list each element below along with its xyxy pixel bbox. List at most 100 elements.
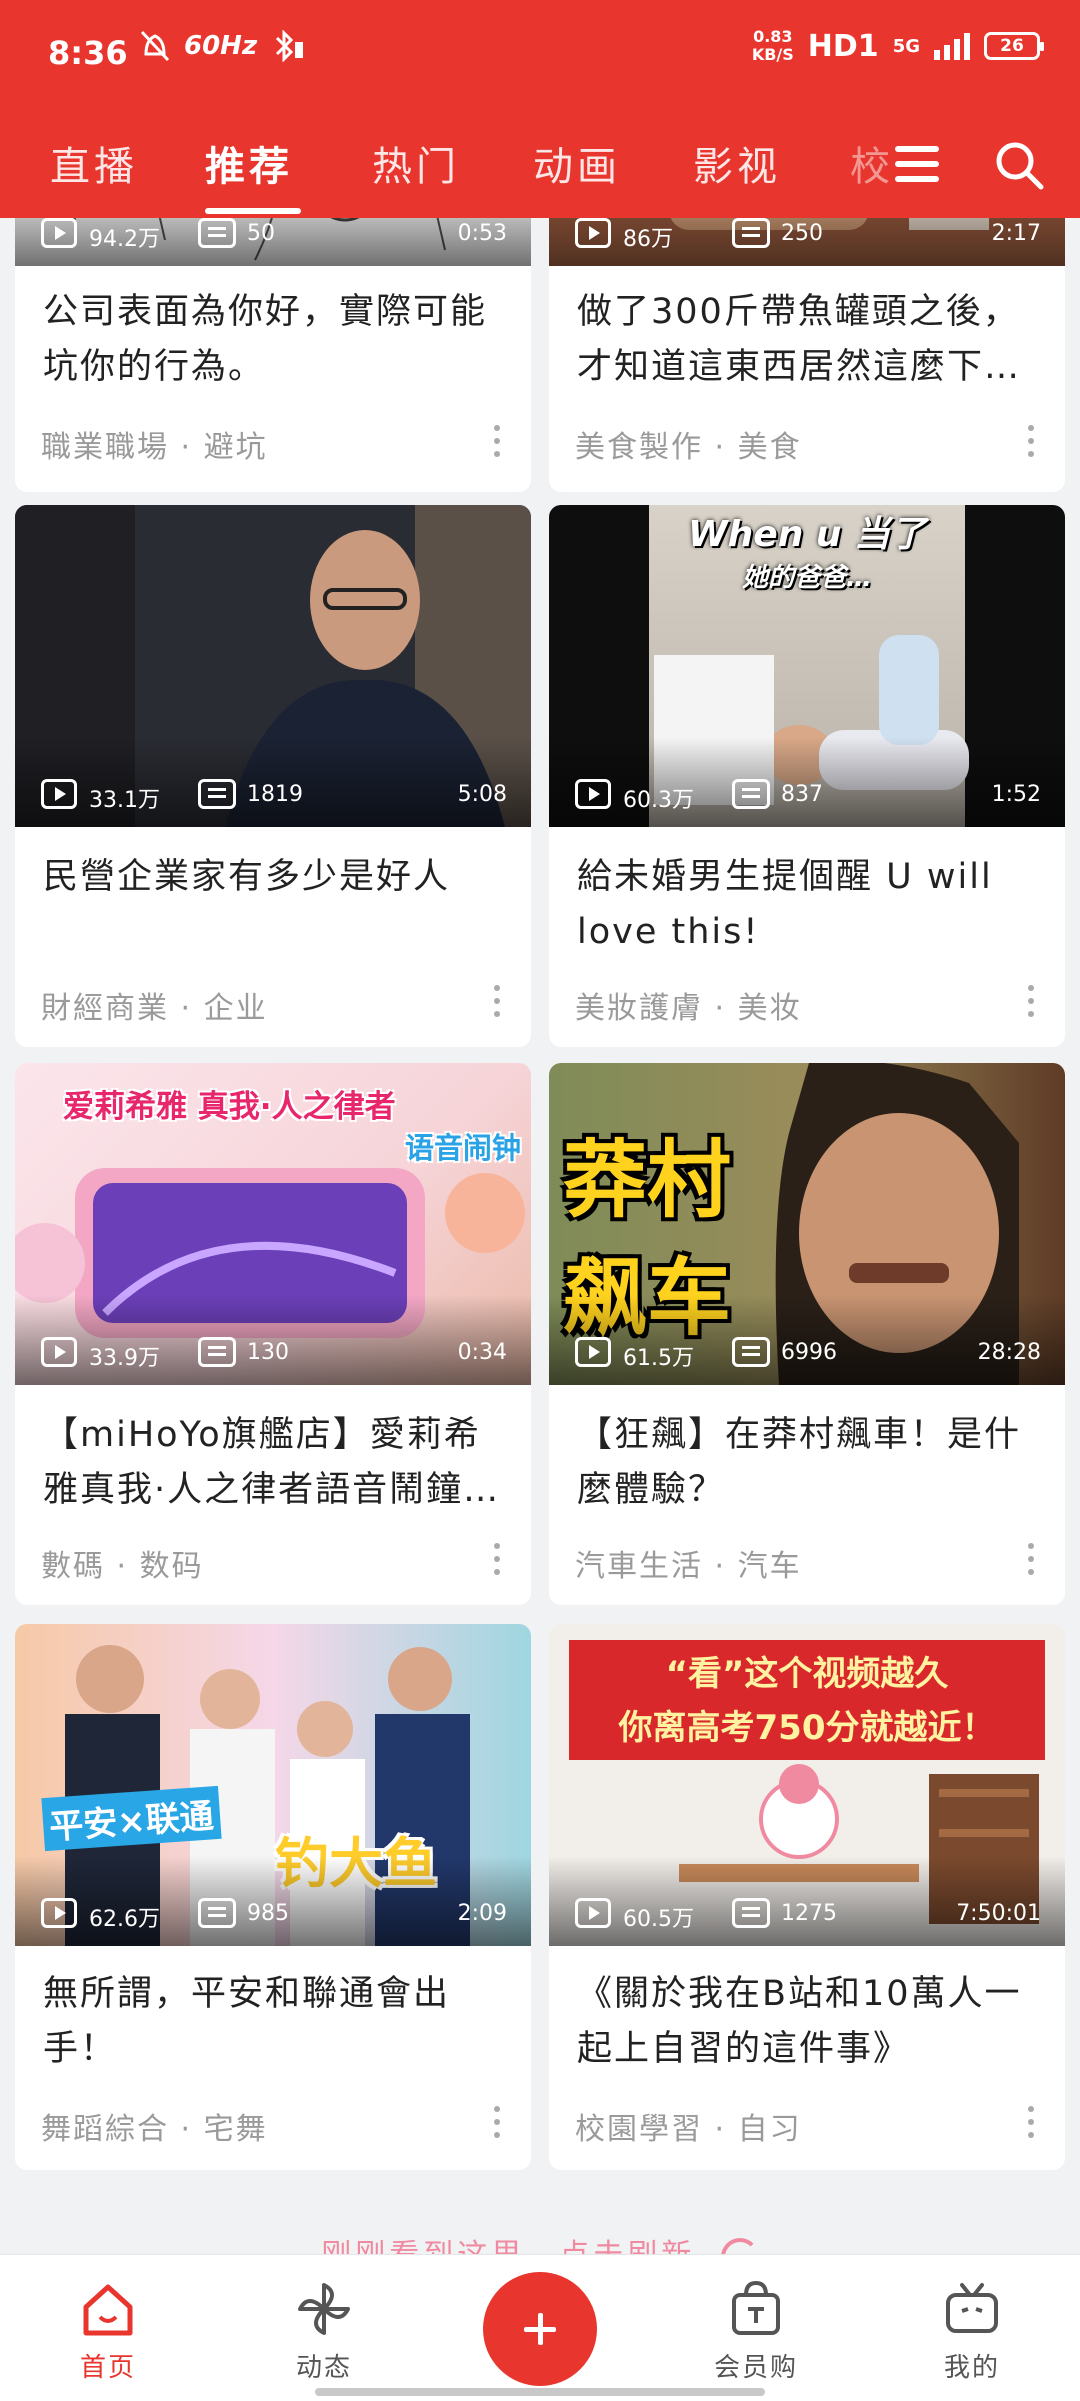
nav-label: 动态 — [295, 2353, 352, 2383]
danmaku-count: 50 — [247, 221, 275, 246]
home-icon — [83, 2284, 133, 2336]
play-count-icon — [575, 779, 611, 809]
category-tabs: 直播 推荐 热门 动画 影视 校 — [0, 120, 1080, 218]
tab-recommend[interactable]: 推荐 — [205, 134, 293, 192]
video-duration: 1:52 — [991, 782, 1041, 807]
video-card[interactable]: When u 当了 她的爸爸… 60.3万 837 1:52 給未婚男生提個醒 … — [549, 505, 1065, 1047]
video-card[interactable]: 平安×联通 钓大鱼 62.6万 985 2:09 無所謂，平安和聯通會出手！ 舞… — [15, 1624, 531, 2170]
more-options-icon[interactable] — [1027, 985, 1035, 1019]
video-thumbnail[interactable]: 爱莉希雅 真我·人之律者 语音闹钟 33.9万 130 0:34 — [15, 1063, 531, 1385]
gesture-home-bar[interactable] — [315, 2388, 765, 2396]
video-category: 美食製作 — [575, 430, 703, 465]
play-count-icon — [41, 1898, 77, 1928]
video-tag: 宅舞 — [203, 2112, 268, 2147]
video-card[interactable]: 爱莉希雅 真我·人之律者 语音闹钟 33.9万 130 0:34 【miHoYo… — [15, 1063, 531, 1605]
video-card[interactable]: 莽村 飙车 61.5万 6996 28:28 【狂飆】在莽村飆車！是什麼體驗？ … — [549, 1063, 1065, 1605]
danmaku-icon — [198, 779, 236, 809]
thumbnail-caption-line: 莽村 — [563, 1131, 732, 1229]
network-type: 5G — [892, 35, 920, 57]
net-speed: 0.83 KB/S — [752, 28, 794, 64]
play-count-icon — [575, 1898, 611, 1928]
battery-icon: 26 — [984, 32, 1044, 60]
video-title[interactable]: 【miHoYo旗艦店】愛莉希雅真我·人之律者語音鬧鐘… — [43, 1408, 513, 1518]
thumbnail-caption-line: 爱莉希雅 真我·人之律者 — [63, 1089, 396, 1125]
danmaku-count: 837 — [781, 782, 823, 807]
danmaku-count: 6996 — [781, 1340, 837, 1365]
more-options-icon[interactable] — [1027, 2106, 1035, 2140]
video-duration: 7:50:01 — [956, 1901, 1041, 1926]
bluetooth-icon — [276, 30, 304, 62]
more-options-icon[interactable] — [493, 985, 501, 1019]
status-time: 8:36 — [48, 34, 128, 72]
video-thumbnail[interactable]: When u 当了 她的爸爸… 60.3万 837 1:52 — [549, 505, 1065, 827]
danmaku-icon — [198, 1337, 236, 1367]
net-speed-value: 0.83 — [753, 27, 793, 46]
nav-mine[interactable]: 我的 — [902, 2255, 1042, 2401]
pinwheel-icon — [298, 2283, 350, 2335]
video-duration: 2:09 — [457, 1901, 507, 1926]
play-count-icon — [41, 779, 77, 809]
tab-live[interactable]: 直播 — [50, 134, 138, 192]
video-title[interactable]: 公司表面為你好，實際可能坑你的行為。 — [43, 285, 513, 395]
video-stats: 60.5万 1275 7:50:01 — [549, 1896, 1065, 1936]
video-tag: 数码 — [139, 1549, 204, 1584]
more-options-icon[interactable] — [1027, 425, 1035, 459]
view-count: 61.5万 — [623, 1346, 694, 1371]
more-options-icon[interactable] — [493, 2106, 501, 2140]
nav-label: 首页 — [79, 2353, 136, 2383]
video-thumbnail[interactable]: 33.1万 1819 5:08 — [15, 505, 531, 827]
tab-campus[interactable]: 校 — [850, 134, 894, 192]
view-count: 86万 — [623, 227, 673, 252]
video-duration: 28:28 — [977, 1340, 1041, 1365]
danmaku-icon — [198, 218, 236, 248]
nav-home[interactable]: 首页 — [38, 2255, 178, 2401]
tab-film[interactable]: 影视 — [693, 134, 781, 192]
video-stats: 33.1万 1819 5:08 — [15, 777, 531, 817]
bottom-nav: 首页 动态 会员购 我的 — [0, 2254, 1080, 2401]
tab-anime[interactable]: 动画 — [533, 134, 621, 192]
video-title[interactable]: 給未婚男生提個醒 U will love this! — [577, 850, 1047, 960]
thumbnail-caption: When u 当了 她的爸爸… — [649, 505, 965, 594]
nav-member-shop[interactable]: 会员购 — [686, 2255, 826, 2401]
video-meta: 舞蹈綜合 · 宅舞 — [41, 2112, 268, 2147]
video-duration: 0:34 — [457, 1340, 507, 1365]
video-thumbnail[interactable]: “看”这个视频越久 你离高考750分就越近！ 60.5万 1275 7:50:0… — [549, 1624, 1065, 1946]
video-category: 職業職場 — [41, 430, 169, 465]
video-card[interactable]: “看”这个视频越久 你离高考750分就越近！ 60.5万 1275 7:50:0… — [549, 1624, 1065, 2170]
more-options-icon[interactable] — [493, 425, 501, 459]
nav-label: 会员购 — [713, 2353, 798, 2383]
publish-plus-button[interactable] — [483, 2272, 597, 2386]
video-title[interactable]: 《關於我在B站和10萬人一起上自習的這件事》 — [577, 1967, 1047, 2077]
video-meta: 美食製作 · 美食 — [575, 430, 802, 465]
video-thumbnail[interactable]: 莽村 飙车 61.5万 6996 28:28 — [549, 1063, 1065, 1385]
danmaku-count: 1819 — [247, 782, 303, 807]
thumbnail-caption-line: 语音闹钟 — [404, 1131, 521, 1165]
more-options-icon[interactable] — [493, 1543, 501, 1577]
tab-hot[interactable]: 热门 — [372, 134, 460, 192]
view-count: 62.6万 — [89, 1907, 160, 1932]
video-title[interactable]: 無所謂，平安和聯通會出手！ — [43, 1967, 513, 2077]
view-count: 60.5万 — [623, 1907, 694, 1932]
play-count-icon — [41, 1337, 77, 1367]
menu-icon[interactable] — [895, 142, 945, 186]
play-count-icon — [575, 1337, 611, 1367]
video-title[interactable]: 【狂飆】在莽村飆車！是什麼體驗？ — [577, 1408, 1047, 1518]
video-feed[interactable]: 94.2万 50 0:53 公司表面為你好，實際可能坑你的行為。 職業職場 · … — [0, 0, 1080, 2400]
danmaku-icon — [198, 1898, 236, 1928]
video-tag: 自习 — [737, 2112, 802, 2147]
video-stats: 60.3万 837 1:52 — [549, 777, 1065, 817]
more-options-icon[interactable] — [1027, 1543, 1035, 1577]
thumbnail-caption-line: When u 当了 — [687, 514, 927, 555]
video-card[interactable]: 33.1万 1819 5:08 民營企業家有多少是好人 財經商業 · 企业 — [15, 505, 531, 1047]
app-header: 8:36 60Hz 0.83 KB/S HD1 5G 26 直播 推荐 热门 动… — [0, 0, 1080, 218]
video-title[interactable]: 民營企業家有多少是好人 — [43, 850, 513, 905]
video-thumbnail[interactable]: 平安×联通 钓大鱼 62.6万 985 2:09 — [15, 1624, 531, 1946]
hd-voice-indicator: HD1 — [807, 28, 879, 64]
video-duration: 5:08 — [457, 782, 507, 807]
search-icon[interactable] — [992, 138, 1046, 192]
video-title[interactable]: 做了300斤帶魚罐頭之後，才知道這東西居然這麼下… — [577, 285, 1047, 395]
net-speed-unit: KB/S — [751, 45, 794, 64]
danmaku-icon — [732, 1337, 770, 1367]
video-meta: 數碼 · 数码 — [41, 1549, 204, 1584]
nav-dynamic[interactable]: 动态 — [254, 2255, 394, 2401]
